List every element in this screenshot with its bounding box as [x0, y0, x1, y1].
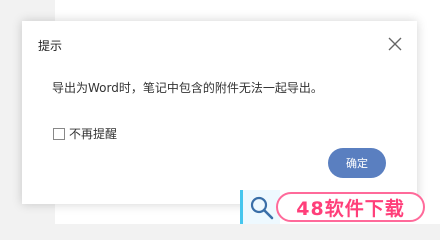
watermark-text: 48软件下载 — [276, 192, 425, 222]
site-watermark: 48软件下载 — [240, 190, 425, 224]
prompt-dialog: 提示 导出为Word时，笔记中包含的附件无法一起导出。 不再提醒 确定 — [22, 21, 417, 204]
watermark-search-block — [240, 190, 280, 224]
dont-remind-label: 不再提醒 — [69, 127, 118, 141]
close-icon — [388, 37, 402, 51]
dialog-title: 提示 — [38, 39, 63, 53]
ok-button[interactable]: 确定 — [328, 148, 386, 178]
app-background: 提示 导出为Word时，笔记中包含的附件无法一起导出。 不再提醒 确定 48软件… — [0, 0, 440, 224]
dont-remind-checkbox[interactable]: 不再提醒 — [53, 125, 117, 142]
close-button[interactable] — [386, 35, 404, 53]
search-icon — [250, 196, 274, 220]
dialog-message: 导出为Word时，笔记中包含的附件无法一起导出。 — [52, 81, 323, 95]
checkbox-box[interactable] — [53, 127, 65, 140]
